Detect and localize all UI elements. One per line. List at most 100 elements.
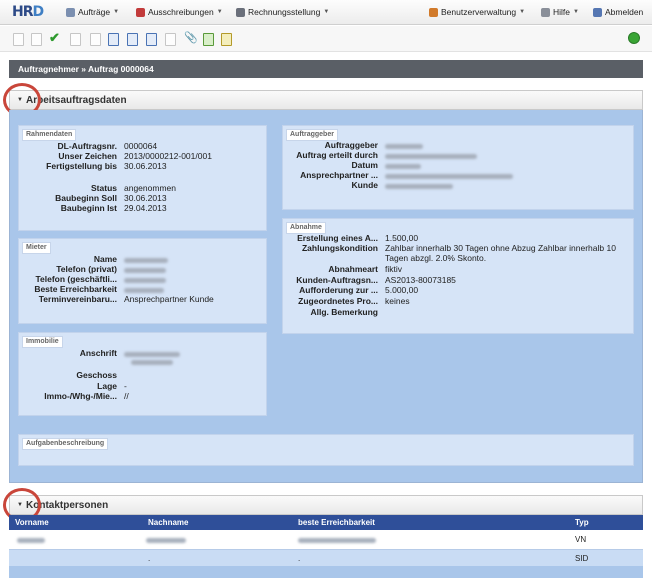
field-row: Immo-/Whg-/Mie... // (19, 391, 129, 401)
field-row: Datum (283, 160, 421, 170)
field-value (385, 180, 453, 190)
section-header-kontaktpersonen[interactable]: ▼ Kontaktpersonen (9, 495, 643, 515)
cell-nachname (146, 535, 186, 544)
help-icon (541, 7, 550, 17)
field-row: Lage - (19, 381, 127, 391)
cell-erreichbarkeit: . (298, 554, 301, 563)
column-header-nachname[interactable]: Nachname (148, 518, 188, 527)
document-icon[interactable] (90, 33, 101, 46)
table-row[interactable]: VN (9, 531, 643, 549)
field-label: Anschrift (79, 348, 117, 358)
panel-mieter: Mieter Name Telefon (privat) Telefon (ge… (18, 238, 267, 324)
field-label: Ansprechpartner ... (300, 170, 378, 180)
field-row: Anschrift (19, 348, 180, 358)
field-row (131, 358, 173, 365)
document-icon[interactable] (165, 33, 176, 46)
field-value (385, 150, 477, 160)
field-row: Zugeordnetes Pro... keines (283, 296, 409, 306)
field-label: Terminvereinbaru... (38, 294, 117, 304)
column-header-erreichbarkeit[interactable]: beste Erreichbarkeit (298, 518, 375, 527)
document-list-icon[interactable] (108, 33, 119, 46)
field-value (124, 274, 166, 284)
nav-ausschreibungen[interactable]: Ausschreibungen ▼ (136, 7, 223, 17)
section-header-arbeitsauftragsdaten[interactable]: ▼ Arbeitsauftragsdaten (9, 90, 643, 110)
redacted-value (385, 164, 421, 170)
field-row: Telefon (geschäftli... (19, 274, 166, 284)
redacted-value (385, 154, 477, 160)
field-label: Baubeginn Soll (55, 193, 117, 203)
nav-label: Aufträge (78, 7, 111, 17)
nav-rechnungsstellung[interactable]: Rechnungsstellung ▼ (236, 7, 329, 17)
copy-document-icon[interactable] (31, 33, 42, 46)
nav-benutzerverwaltung[interactable]: Benutzerverwaltung ▼ (429, 7, 525, 17)
field-label: Geschoss (76, 370, 117, 380)
field-label: Kunde (351, 180, 378, 190)
field-value: 29.04.2013 (124, 203, 167, 213)
redacted-value (124, 278, 166, 284)
nav-abmelden[interactable]: Abmelden (593, 7, 643, 17)
field-label: Erstellung eines A... (297, 233, 378, 243)
field-row: Name (19, 254, 168, 264)
app-logo[interactable]: HRD (12, 4, 44, 20)
field-value: 30.06.2013 (124, 161, 167, 171)
chevron-down-icon: ▼ (519, 9, 526, 15)
field-value: Tagen abzgl. 2.0% Skonto. (385, 253, 487, 263)
nav-hilfe[interactable]: Hilfe ▼ (541, 7, 579, 17)
field-value: // (124, 391, 129, 401)
field-value: Ansprechpartner Kunde (124, 294, 214, 304)
redacted-value (385, 184, 453, 190)
field-label: Fertigstellung bis (46, 161, 117, 171)
image-document-icon[interactable] (203, 33, 214, 46)
nav-label: Hilfe (553, 7, 571, 17)
new-document-icon[interactable] (13, 33, 24, 46)
field-row: Erstellung eines A... 1.500,00 (283, 233, 418, 243)
field-value: 1.500,00 (385, 233, 419, 243)
redacted-value (124, 288, 164, 294)
section-body-arbeitsauftragsdaten: Rahmendaten DL-Auftragsnr. 0000064 Unser … (9, 110, 643, 483)
panel-aufgabenbeschreibung: Aufgabenbeschreibung (18, 434, 634, 466)
export-document-icon[interactable] (221, 33, 232, 46)
redacted-value (385, 144, 423, 150)
users-icon (429, 7, 438, 17)
field-label: Status (91, 183, 117, 193)
table-row[interactable]: . . SID (9, 549, 643, 567)
accept-check-icon[interactable]: ✔ (49, 30, 60, 46)
cell-typ: SID (575, 554, 589, 563)
panel-rahmendaten: Rahmendaten DL-Auftragsnr. 0000064 Unser … (18, 125, 267, 231)
field-row: Baubeginn Ist 29.04.2013 (19, 203, 167, 213)
toolbar: ✔ 📎 (0, 26, 652, 52)
field-label: Baubeginn Ist (60, 203, 117, 213)
panel-title: Rahmendaten (22, 129, 77, 141)
panel-abnahme: Abnahme Erstellung eines A... 1.500,00 Za… (282, 218, 634, 334)
search-icon[interactable] (628, 32, 640, 44)
chevron-down-icon: ▼ (573, 9, 579, 15)
field-row: Auftrag erteilt durch (283, 150, 477, 160)
field-row: Fertigstellung bis 30.06.2013 (19, 161, 167, 171)
field-label: DL-Auftragsnr. (57, 141, 118, 151)
redacted-value (131, 360, 173, 365)
field-value: - (124, 381, 127, 391)
column-header-vorname[interactable]: Vorname (15, 518, 49, 527)
document-icon[interactable] (70, 33, 81, 46)
field-value: AS2013-80073185 (385, 275, 456, 285)
nav-label: Abmelden (605, 7, 644, 17)
field-label: Telefon (privat) (56, 264, 117, 274)
field-value (124, 264, 166, 274)
field-value (385, 170, 513, 180)
field-row: Terminvereinbaru... Ansprechpartner Kunde (19, 294, 214, 304)
field-label: Telefon (geschäftli... (35, 274, 117, 284)
document-list-icon[interactable] (127, 33, 138, 46)
document-user-icon[interactable] (146, 33, 157, 46)
chevron-down-icon: ▼ (216, 9, 223, 15)
nav-auftraege[interactable]: Aufträge ▼ (66, 7, 119, 17)
field-row: Geschoss (19, 370, 124, 380)
field-row: DL-Auftragsnr. 0000064 (19, 141, 158, 151)
field-label: Auftraggeber (324, 140, 378, 150)
attachment-icon[interactable]: 📎 (184, 31, 198, 44)
panel-title: Immobilie (22, 336, 63, 348)
column-header-typ[interactable]: Typ (575, 518, 589, 527)
field-value (124, 284, 164, 294)
table-footer (9, 566, 643, 578)
cell-nachname: . (148, 554, 151, 563)
field-label: Beste Erreichbarkeit (34, 284, 117, 294)
